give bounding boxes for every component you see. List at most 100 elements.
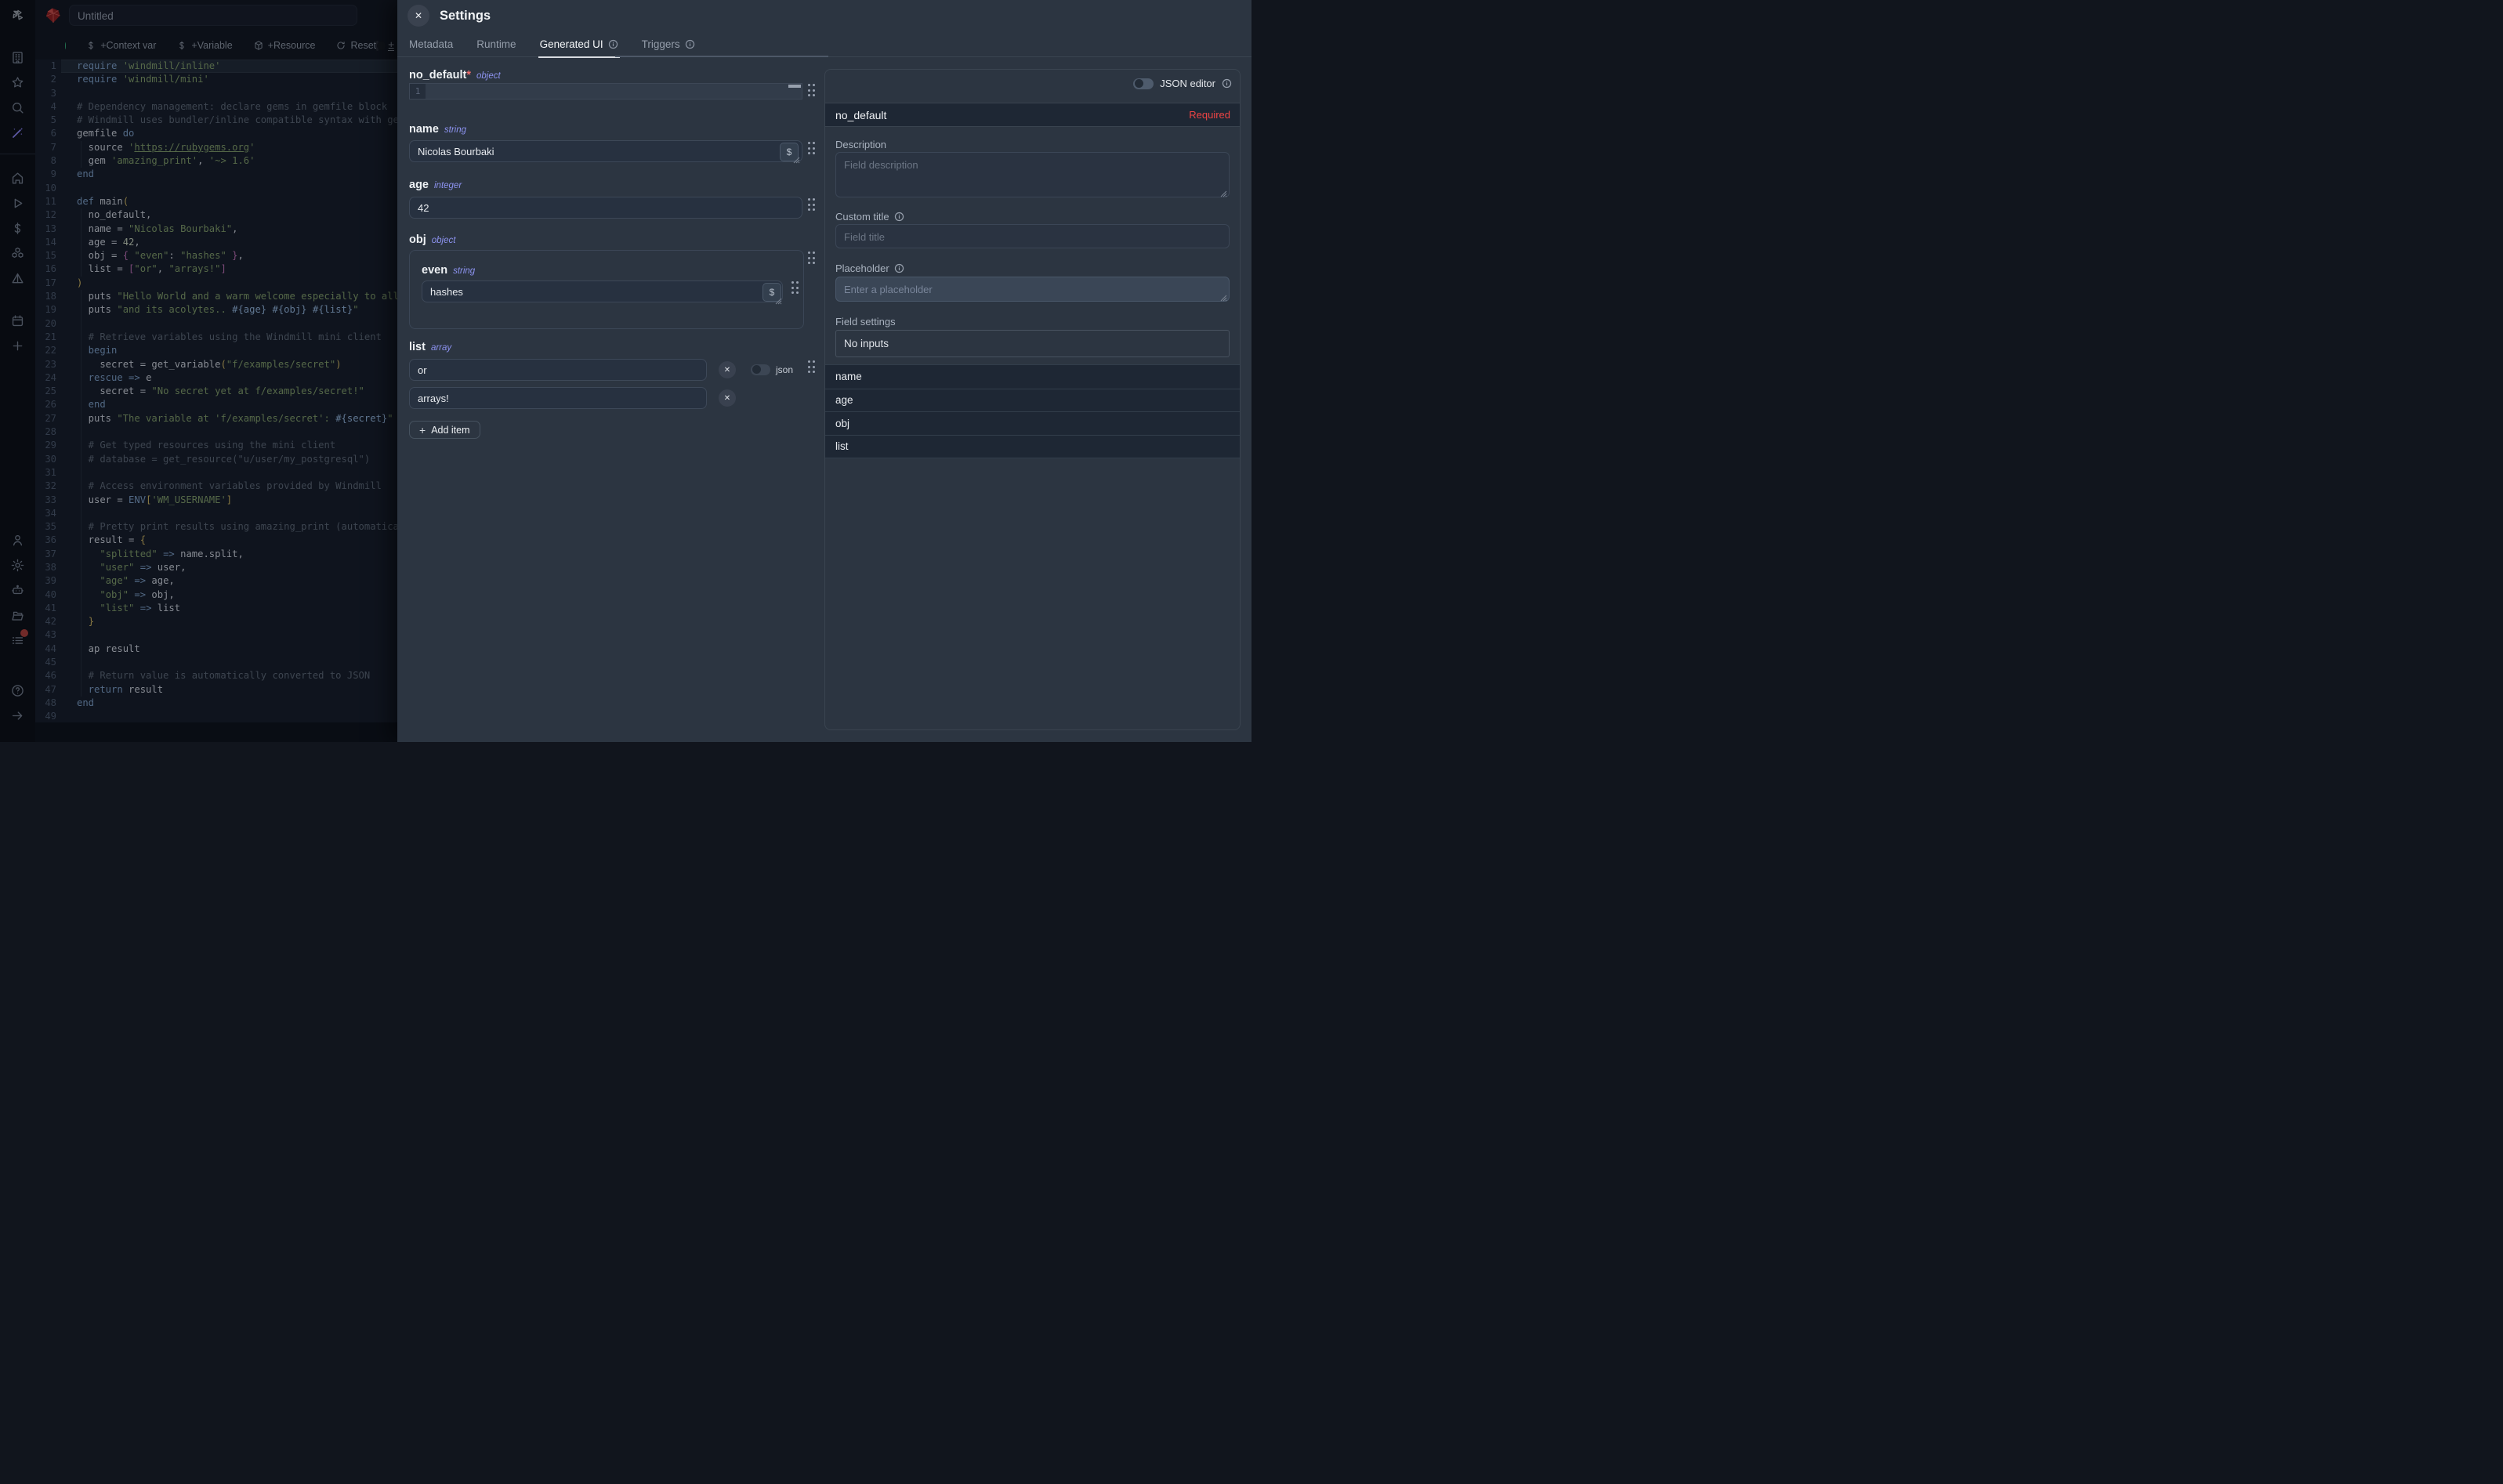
- code-line: 22 begin: [35, 344, 397, 357]
- field-row-obj[interactable]: obj: [825, 411, 1240, 435]
- list-item-remove-0[interactable]: ✕: [719, 361, 736, 378]
- workspace-building-icon[interactable]: [10, 50, 25, 65]
- drag-handle-list[interactable]: [808, 360, 815, 373]
- code-line: 11def main(: [35, 195, 397, 208]
- code-line: 23 secret = get_variable("f/examples/sec…: [35, 358, 397, 371]
- code-line: 5# Windmill uses bundler/inline compatib…: [35, 114, 397, 127]
- list-item-input-1[interactable]: arrays!: [409, 387, 707, 409]
- field-inspector-card: JSON editor no_default Required Descript…: [824, 69, 1241, 730]
- drag-handle-obj[interactable]: [808, 252, 815, 264]
- diff-icon[interactable]: ±: [388, 40, 394, 51]
- collapse-arrow-icon[interactable]: [10, 708, 25, 723]
- variables-dollar-icon[interactable]: [10, 221, 25, 236]
- even-input[interactable]: hashes: [422, 281, 783, 302]
- code-line: 24 rescue => e: [35, 371, 397, 385]
- favorites-star-icon[interactable]: [10, 75, 25, 90]
- help-question-icon[interactable]: [10, 683, 25, 698]
- schedules-calendar-icon[interactable]: [10, 313, 25, 328]
- resources-boxes-icon[interactable]: [10, 246, 25, 261]
- field-label-even: evenstring: [422, 264, 475, 277]
- code-line: 21 # Retrieve variables using the Windmi…: [35, 331, 397, 344]
- code-line: 49: [35, 710, 397, 723]
- description-textarea[interactable]: Field description: [835, 152, 1230, 197]
- runs-play-icon[interactable]: [10, 196, 25, 211]
- add-context-var-button[interactable]: +Context var: [85, 40, 156, 51]
- custom-title-input[interactable]: Field title: [835, 224, 1230, 248]
- name-resize-handle[interactable]: [793, 154, 800, 161]
- add-item-button[interactable]: + Add item: [409, 421, 480, 439]
- mini-editor-scroll-thumb[interactable]: [788, 85, 801, 88]
- code-line: 17): [35, 277, 397, 290]
- even-resize-handle[interactable]: [775, 295, 782, 302]
- settings-gear-icon[interactable]: [10, 558, 25, 573]
- editor-toolbar: +Context var +Variable +Resource Reset ±: [35, 31, 397, 60]
- reset-button[interactable]: Reset: [335, 40, 376, 51]
- tab-generated-ui[interactable]: Generated UI: [540, 31, 618, 57]
- selected-field-row[interactable]: no_default Required: [825, 103, 1240, 127]
- add-variable-button[interactable]: +Variable: [176, 40, 232, 51]
- reset-circular-arrow-icon: [335, 40, 346, 51]
- list-json-toggle[interactable]: [751, 364, 770, 375]
- user-icon[interactable]: [10, 533, 25, 548]
- age-input[interactable]: 42: [409, 197, 802, 219]
- info-icon[interactable]: [1222, 78, 1232, 89]
- code-line: 39 "age" => age,: [35, 574, 397, 588]
- field-label-obj: objobject: [409, 233, 455, 246]
- drag-handle-age[interactable]: [808, 198, 815, 211]
- name-input[interactable]: Nicolas Bourbaki: [409, 140, 802, 162]
- drag-handle-no-default[interactable]: [808, 84, 815, 96]
- modal-title: Settings: [440, 9, 491, 24]
- json-editor-toggle[interactable]: [1133, 78, 1154, 89]
- drag-handle-even[interactable]: [791, 281, 799, 294]
- field-row-age[interactable]: age: [825, 389, 1240, 412]
- field-row-list[interactable]: list: [825, 435, 1240, 458]
- placeholder-input[interactable]: Enter a placeholder: [835, 277, 1230, 302]
- placeholder-label: Placeholder: [835, 262, 904, 274]
- search-icon[interactable]: [10, 100, 25, 115]
- info-icon[interactable]: [894, 263, 904, 273]
- tab-metadata[interactable]: Metadata: [409, 31, 453, 57]
- robot-icon[interactable]: [10, 583, 25, 598]
- code-line: 31: [35, 466, 397, 480]
- windmill-logo-icon[interactable]: [10, 8, 25, 23]
- drag-handle-name[interactable]: [808, 142, 815, 154]
- field-settings-label: Field settings: [835, 316, 896, 328]
- close-icon[interactable]: ✕: [408, 5, 429, 27]
- list-item-remove-1[interactable]: ✕: [719, 389, 736, 407]
- dollar-icon: [176, 40, 187, 51]
- audit-list-icon[interactable]: [10, 633, 25, 648]
- code-line: 34: [35, 507, 397, 520]
- description-resize-handle[interactable]: [1220, 188, 1227, 195]
- tab-runtime[interactable]: Runtime: [476, 31, 516, 57]
- ruby-language-icon: [44, 6, 63, 25]
- code-editor[interactable]: 1require 'windmill/inline'2require 'wind…: [35, 60, 397, 722]
- code-line: 43: [35, 628, 397, 642]
- list-item-input-0[interactable]: or: [409, 359, 707, 381]
- code-line: 30 # database = get_resource("u/user/my_…: [35, 453, 397, 466]
- field-row-name[interactable]: name: [825, 365, 1240, 389]
- tab-triggers[interactable]: Triggers: [642, 31, 695, 57]
- code-line: 8 gem 'amazing_print', '~> 1.6': [35, 154, 397, 168]
- code-line: 41 "list" => list: [35, 602, 397, 615]
- code-line: 28: [35, 425, 397, 439]
- code-line: 35 # Pretty print results using amazing_…: [35, 520, 397, 534]
- toolbar-toggle[interactable]: [376, 41, 379, 51]
- code-line: 3: [35, 87, 397, 100]
- folder-open-icon[interactable]: [10, 608, 25, 623]
- add-resource-button[interactable]: +Resource: [253, 40, 316, 51]
- field-label-age: ageinteger: [409, 179, 462, 191]
- add-plus-icon[interactable]: [10, 338, 25, 353]
- no-default-json-input[interactable]: 1: [409, 83, 802, 100]
- placeholder-resize-handle[interactable]: [1220, 292, 1227, 299]
- field-label-list: listarray: [409, 341, 451, 353]
- modal-header: ✕ Settings: [397, 0, 1252, 31]
- info-icon[interactable]: [894, 212, 904, 222]
- prism-icon[interactable]: [10, 271, 25, 286]
- obj-container: evenstring hashes $: [409, 250, 804, 329]
- home-icon[interactable]: [10, 171, 25, 186]
- ai-magic-wand-icon[interactable]: [10, 125, 25, 140]
- script-title-input[interactable]: Untitled: [69, 5, 357, 26]
- status-dot: [65, 42, 66, 49]
- code-line: 37 "splitted" => name.split,: [35, 548, 397, 561]
- field-settings-value: No inputs: [835, 330, 1230, 357]
